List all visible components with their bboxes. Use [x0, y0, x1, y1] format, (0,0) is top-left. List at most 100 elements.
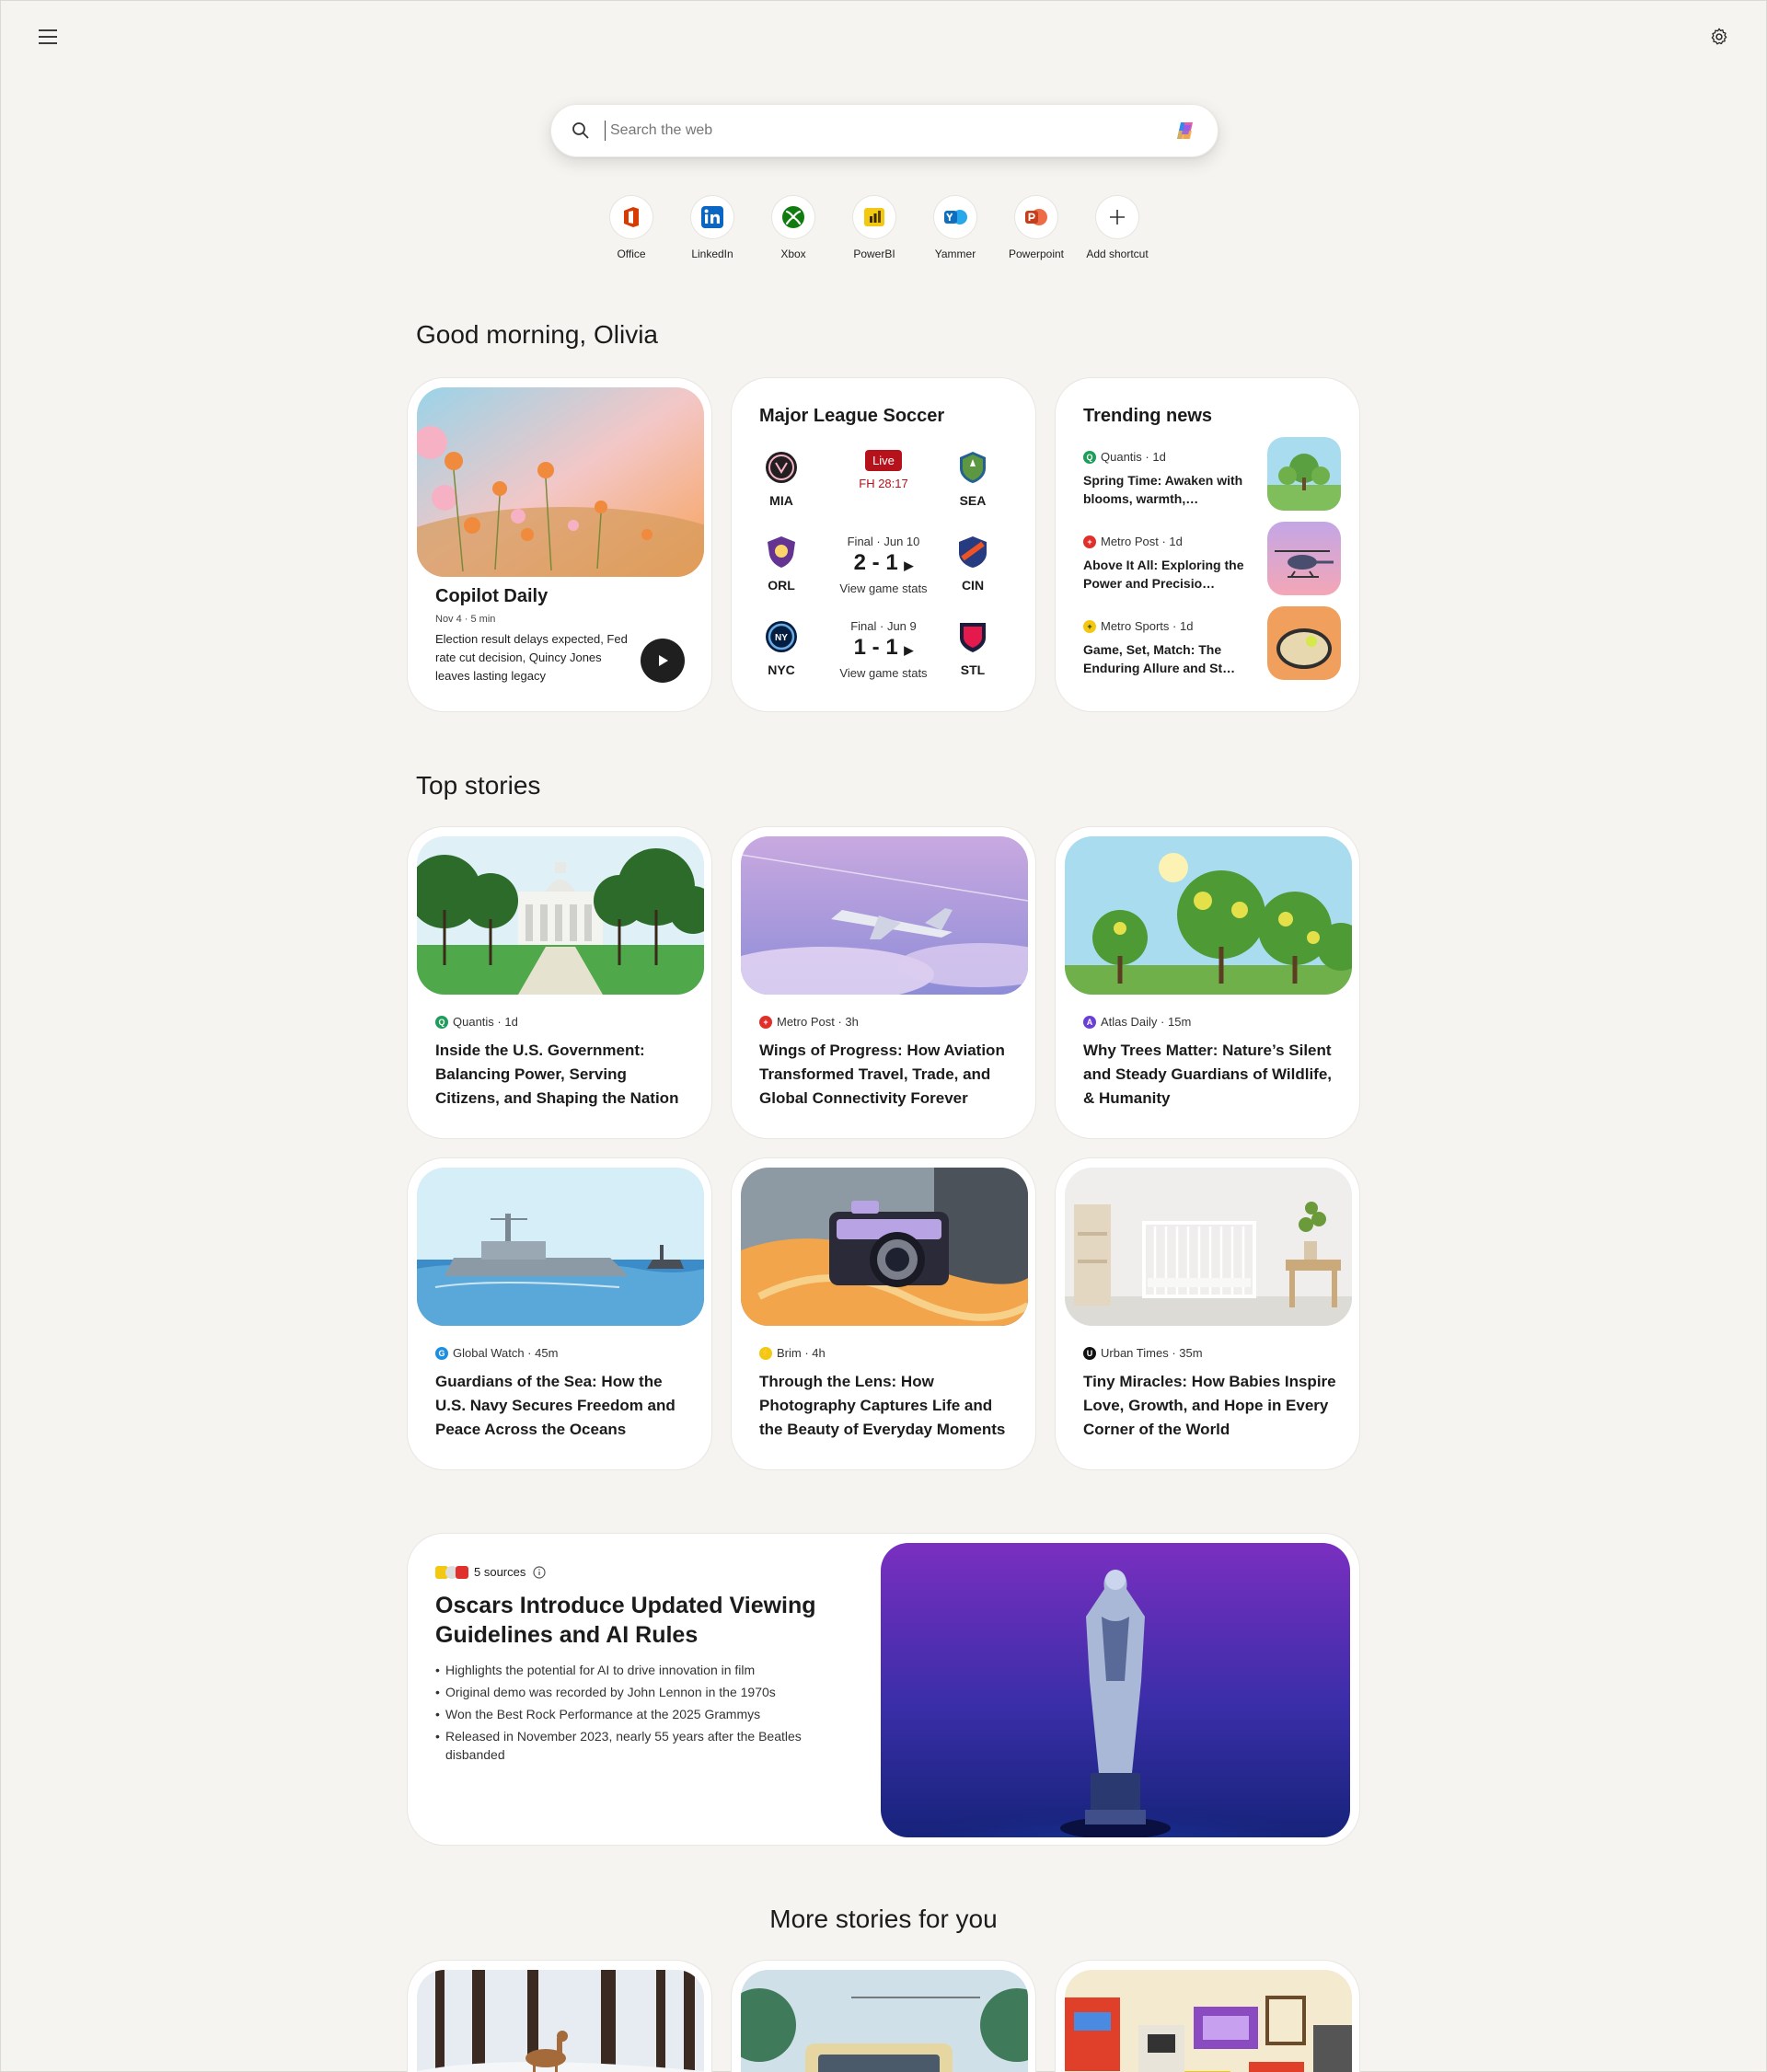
team-away: SEA	[945, 450, 1000, 508]
story-image	[417, 1168, 704, 1326]
add-shortcut-button[interactable]: Add shortcut	[1086, 195, 1149, 260]
svg-text:NY: NY	[775, 633, 788, 643]
story-card[interactable]: Q Quantis · 1d Inside the U.S. Government…	[407, 826, 712, 1139]
trending-card-title: Trending news	[1083, 406, 1213, 426]
trending-headline: Above It All: Exploring the Power and Pr…	[1083, 558, 1244, 591]
soccer-scores-card[interactable]: Major League Soccer MIA Live FH 28:17 SE…	[731, 377, 1036, 712]
trending-news-card[interactable]: Trending news Q Quantis · 1d Spring Time:…	[1055, 377, 1360, 712]
story-card[interactable]: ⚡ Brim · 4h Through the Lens: How Photogr…	[731, 1157, 1036, 1470]
shortcut-xbox[interactable]: Xbox	[762, 195, 825, 260]
cin-logo-icon	[959, 536, 987, 568]
play-icon	[659, 655, 668, 666]
story-headline: Through the Lens: How Photography Captur…	[759, 1373, 1006, 1438]
story-card[interactable]: A Atlas Daily · 15m Why Trees Matter: Nat…	[1055, 826, 1360, 1139]
story-image	[417, 1970, 704, 2072]
live-badge: Live	[865, 450, 902, 471]
story-headline: Wings of Progress: How Aviation Transfor…	[759, 1042, 1005, 1107]
greeting-heading: Good morning, Olivia	[416, 320, 659, 349]
plus-icon	[1110, 210, 1125, 224]
bullet-item: Original demo was recorded by John Lenno…	[435, 1683, 840, 1701]
menu-button[interactable]	[29, 18, 66, 55]
urban-times-logo-icon: U	[1083, 1346, 1096, 1360]
story-image	[741, 836, 1028, 995]
metro-sports-logo-icon: +	[1083, 619, 1096, 633]
orl-logo-icon	[768, 536, 795, 568]
trending-item[interactable]: + Metro Sports · 1d Game, Set, Match: The…	[1083, 606, 1346, 695]
search-bar[interactable]	[550, 104, 1218, 157]
office-icon	[624, 207, 639, 227]
featured-headline: Oscars Introduce Updated Viewing Guideli…	[435, 1593, 816, 1648]
linkedin-icon	[701, 206, 723, 228]
story-headline: Inside the U.S. Government: Balancing Po…	[435, 1042, 679, 1107]
sea-logo-icon	[960, 452, 986, 483]
copilot-daily-card[interactable]: Copilot Daily Nov 4 · 5 min Election res…	[407, 377, 712, 712]
story-headline: Tiny Miracles: How Babies Inspire Love, …	[1083, 1373, 1336, 1438]
info-icon[interactable]	[533, 1565, 546, 1579]
stl-logo-icon	[960, 623, 986, 652]
view-game-stats-link[interactable]: View game stats	[824, 666, 943, 680]
atlas-daily-logo-icon: A	[1083, 1015, 1096, 1029]
match-row[interactable]: MIA Live FH 28:17 SEA	[750, 450, 1017, 524]
story-headline: Guardians of the Sea: How the U.S. Navy …	[435, 1373, 676, 1438]
view-game-stats-link[interactable]: View game stats	[824, 581, 943, 595]
source-logos	[435, 1565, 468, 1579]
shortcut-powerbi[interactable]: PowerBI	[843, 195, 906, 260]
search-icon	[572, 122, 589, 139]
global-watch-logo-icon: G	[435, 1346, 448, 1360]
yammer-icon	[944, 210, 967, 224]
powerpoint-icon	[1025, 209, 1047, 225]
sources-row[interactable]: 5 sources	[435, 1565, 546, 1579]
trending-headline: Spring Time: Awaken with blooms, warmth,…	[1083, 473, 1243, 506]
soccer-card-title: Major League Soccer	[759, 406, 945, 426]
hamburger-icon	[39, 29, 57, 44]
featured-story-card[interactable]: 5 sources Oscars Introduce Updated Viewi…	[407, 1533, 1360, 1846]
oscar-statue-image	[881, 1543, 1350, 1837]
match-row[interactable]: NY NYC Final · Jun 9 1 - 1 ▶ View game s…	[750, 619, 1017, 693]
metro-post-logo-icon: +	[759, 1015, 772, 1029]
team-home: ORL	[754, 535, 809, 593]
gear-icon	[1711, 28, 1727, 45]
more-stories-heading: More stories for you	[769, 1905, 998, 1933]
match-clock: FH 28:17	[859, 477, 908, 490]
shortcut-office[interactable]: Office	[600, 195, 663, 260]
play-button[interactable]	[641, 639, 685, 683]
search-input[interactable]	[605, 121, 1173, 141]
story-card[interactable]: G Global Watch · 45m Guardians of the Sea…	[407, 1157, 712, 1470]
story-card[interactable]: U Urban Times · 35m Tiny Miracles: How Ba…	[1055, 1157, 1360, 1470]
story-card[interactable]	[731, 1960, 1036, 2072]
story-image	[1065, 836, 1352, 995]
story-image	[1065, 1168, 1352, 1326]
flower-field-image	[417, 387, 704, 577]
shortcut-yammer[interactable]: Yammer	[924, 195, 987, 260]
shortcut-linkedin[interactable]: LinkedIn	[681, 195, 744, 260]
trending-item[interactable]: + Metro Post · 1d Above It All: Exploring…	[1083, 522, 1346, 610]
trending-headline: Game, Set, Match: The Enduring Allure an…	[1083, 642, 1236, 675]
story-image	[1065, 1970, 1352, 2072]
bullet-item: Highlights the potential for AI to drive…	[435, 1661, 840, 1679]
story-card[interactable]: + Metro Post · 3h Wings of Progress: How …	[731, 826, 1036, 1139]
nyc-logo-icon: NY	[766, 621, 797, 652]
featured-bullets: Highlights the potential for AI to drive…	[435, 1661, 840, 1767]
brim-logo-icon: ⚡	[759, 1346, 772, 1360]
copilot-daily-summary: Election result delays expected, Fed rat…	[435, 632, 628, 683]
story-headline: Why Trees Matter: Nature’s Silent and St…	[1083, 1042, 1332, 1107]
copilot-daily-title: Copilot Daily	[435, 586, 549, 606]
bullet-item: Won the Best Rock Performance at the 202…	[435, 1705, 840, 1723]
story-card[interactable]	[407, 1960, 712, 2072]
trending-thumbnail	[1267, 437, 1341, 511]
trending-thumbnail	[1267, 606, 1341, 680]
match-score: 2 - 1 ▶	[853, 550, 914, 575]
quantis-logo-icon: Q	[1083, 450, 1096, 464]
copilot-daily-meta: Nov 4 · 5 min	[435, 614, 496, 625]
shortcuts-bar: Office LinkedIn Xbox PowerBI Yammer Powe…	[600, 195, 1149, 260]
match-status: Final · Jun 9	[850, 619, 917, 633]
match-row[interactable]: ORL Final · Jun 10 2 - 1 ▶ View game sta…	[750, 535, 1017, 608]
team-home: MIA	[754, 450, 809, 508]
trending-item[interactable]: Q Quantis · 1d Spring Time: Awaken with b…	[1083, 437, 1346, 525]
mia-logo-icon	[766, 452, 797, 483]
settings-button[interactable]	[1701, 18, 1738, 55]
copilot-icon[interactable]	[1173, 119, 1197, 143]
shortcut-powerpoint[interactable]: Powerpoint	[1005, 195, 1068, 260]
powerbi-icon	[864, 208, 884, 226]
story-card[interactable]	[1055, 1960, 1360, 2072]
